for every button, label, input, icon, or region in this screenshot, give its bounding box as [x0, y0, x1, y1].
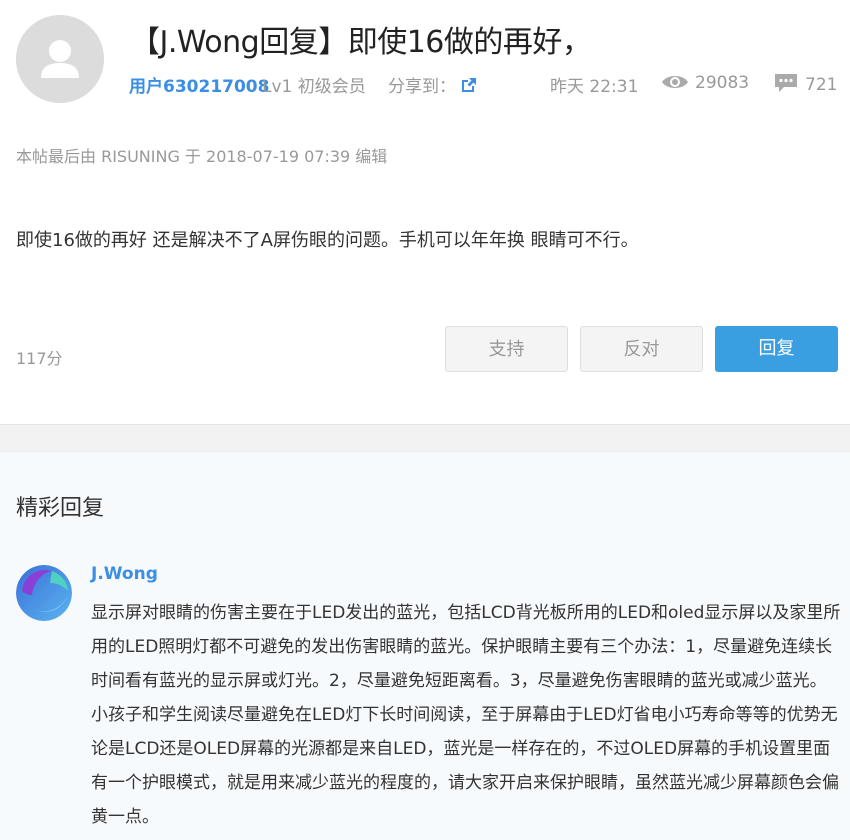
reply-button[interactable]: 回复 [715, 326, 838, 372]
post-time: 昨天 22:31 [550, 77, 639, 97]
comment-icon [773, 72, 799, 99]
reply-text: 显示屏对眼睛的伤害主要在于LED发出的蓝光，包括LCD背光板所用的LED和ole… [91, 603, 841, 827]
reply-author-avatar-icon[interactable] [16, 565, 72, 621]
post-content: 即使16做的再好 还是解决不了A屏伤眼的问题。手机可以年年换 眼睛可不行。 [16, 230, 639, 251]
support-button[interactable]: 支持 [445, 326, 568, 372]
post-title: 【J.Wong回复】即使16做的再好， [130, 25, 592, 60]
eye-icon [661, 72, 689, 97]
featured-title: 精彩回复 [16, 496, 105, 521]
section-divider [0, 424, 850, 452]
oppose-button[interactable]: 反对 [580, 326, 703, 372]
featured-replies: 精彩回复 J.Wong 显示屏对眼睛的伤害主要在于LED发出的蓝光，包括LCD背… [0, 452, 850, 840]
author-username[interactable]: 用户630217008 [129, 72, 269, 97]
post-score: 117分 [16, 349, 63, 368]
post-header: 【J.Wong回复】即使16做的再好， 用户630217008 Lv1 初级会员… [0, 0, 850, 424]
reply-count-value: 721 [805, 75, 838, 95]
reply-author-name[interactable]: J.Wong [91, 564, 158, 584]
author-level: Lv1 初级会员 [262, 77, 366, 97]
share-label: 分享到： [388, 77, 456, 97]
share-icon[interactable] [460, 76, 478, 99]
edit-note: 本帖最后由 RISUNING 于 2018-07-19 07:39 编辑 [16, 147, 388, 166]
share-control[interactable]: 分享到： [388, 72, 478, 99]
user-avatar-icon[interactable] [16, 15, 104, 103]
view-count-value: 29083 [695, 73, 750, 93]
view-count: 29083 [661, 72, 749, 97]
reply-count: 721 [773, 72, 837, 99]
